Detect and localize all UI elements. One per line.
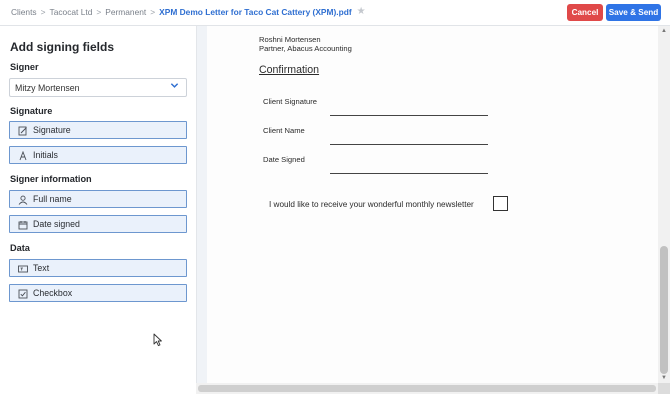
signing-fields-panel: Add signing fields Signer Mitzy Mortense… — [0, 26, 196, 394]
field-label: Full name — [33, 194, 72, 204]
mouse-cursor-icon — [153, 333, 163, 352]
signer-select-value: Mitzy Mortensen — [15, 83, 80, 93]
scrollbar-corner — [658, 383, 670, 394]
client-signature-line — [330, 115, 488, 116]
save-send-button[interactable]: Save & Send — [606, 4, 661, 21]
breadcrumb-separator: > — [96, 7, 102, 17]
text-field-icon — [17, 263, 28, 274]
signer-select[interactable]: Mitzy Mortensen — [9, 78, 187, 97]
breadcrumb-separator: > — [40, 7, 46, 17]
horizontal-scrollbar[interactable] — [196, 383, 658, 394]
calendar-icon — [17, 219, 28, 230]
signer-heading: Signer — [10, 62, 39, 72]
breadcrumb-tacocat[interactable]: Tacocat Ltd — [50, 7, 93, 17]
document-title: XPM Demo Letter for Taco Cat Cattery (XP… — [159, 7, 352, 17]
panel-title: Add signing fields — [10, 40, 114, 54]
document-viewer[interactable]: Roshni Mortensen Partner, Abacus Account… — [207, 26, 658, 383]
signer-information-heading: Signer information — [10, 174, 92, 184]
checkbox-icon — [17, 288, 28, 299]
breadcrumb-permanent[interactable]: Permanent — [105, 7, 146, 17]
data-heading: Data — [10, 243, 30, 253]
text-field-button[interactable]: Text — [9, 259, 187, 277]
vertical-scrollbar[interactable]: ▲ ▼ — [658, 26, 670, 383]
breadcrumb-clients[interactable]: Clients — [11, 7, 37, 17]
top-bar: Clients > Tacocat Ltd > Permanent > XPM … — [0, 0, 670, 26]
vertical-scrollbar-thumb[interactable] — [660, 246, 668, 374]
confirmation-heading: Confirmation — [259, 64, 320, 76]
date-signed-field-button[interactable]: Date signed — [9, 215, 187, 233]
client-name-label: Client Name — [263, 126, 305, 135]
star-icon[interactable]: ★ — [357, 7, 366, 17]
field-label: Date signed — [33, 219, 80, 229]
signatory-name: Roshni Mortensen — [259, 35, 321, 44]
chevron-down-icon — [170, 81, 179, 93]
signature-icon — [17, 125, 28, 136]
panel-divider — [196, 26, 207, 383]
newsletter-text: I would like to receive your wonderful m… — [269, 200, 474, 209]
initials-field-button[interactable]: Initials — [9, 146, 187, 164]
person-icon — [17, 194, 28, 205]
date-signed-line — [330, 173, 488, 174]
breadcrumb-separator: > — [150, 7, 156, 17]
signature-heading: Signature — [10, 106, 53, 116]
scroll-up-icon[interactable]: ▲ — [658, 26, 670, 36]
client-name-line — [330, 144, 488, 145]
cancel-button[interactable]: Cancel — [567, 4, 603, 21]
full-name-field-button[interactable]: Full name — [9, 190, 187, 208]
signature-field-button[interactable]: Signature — [9, 121, 187, 139]
scroll-down-icon[interactable]: ▼ — [658, 373, 670, 383]
initials-icon — [17, 150, 28, 161]
client-signature-label: Client Signature — [263, 97, 318, 106]
field-label: Initials — [33, 150, 58, 160]
field-label: Checkbox — [33, 288, 73, 298]
field-label: Signature — [33, 125, 71, 135]
newsletter-checkbox[interactable] — [493, 196, 508, 211]
field-label: Text — [33, 263, 50, 273]
date-signed-label: Date Signed — [263, 155, 305, 164]
horizontal-scrollbar-thumb[interactable] — [198, 385, 656, 392]
breadcrumb: Clients > Tacocat Ltd > Permanent > XPM … — [11, 7, 366, 18]
checkbox-field-button[interactable]: Checkbox — [9, 284, 187, 302]
signatory-role: Partner, Abacus Accounting — [259, 44, 352, 53]
